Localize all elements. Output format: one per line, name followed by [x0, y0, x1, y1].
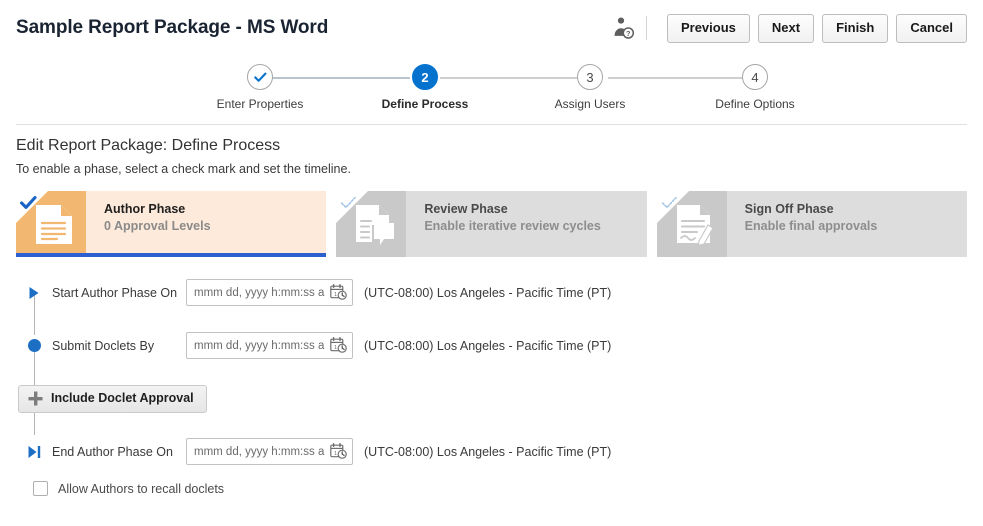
phase-card-list: Author Phase 0 Approval Levels Review Ph… — [0, 191, 983, 257]
end-phase-date-input[interactable] — [186, 438, 353, 465]
phase-review-body: Review Phase Enable iterative review cyc… — [406, 191, 647, 257]
phase-review-desc: Enable iterative review cycles — [424, 219, 601, 233]
allow-recall-label: Allow Authors to recall doclets — [58, 481, 225, 496]
submit-doclets-date-field[interactable]: 1 — [186, 332, 353, 359]
section-subtitle: To enable a phase, select a check mark a… — [16, 162, 351, 176]
play-triangle-icon — [16, 286, 52, 300]
phase-author-icon-pane — [16, 191, 86, 257]
header-actions: ? Previous Next Finish Cancel — [610, 13, 967, 43]
phase-card-signoff[interactable]: Sign Off Phase Enable final approvals — [656, 191, 967, 257]
timeline-row-start: Start Author Phase On 1 (UTC-08:00) Los … — [16, 279, 983, 306]
section-title: Edit Report Package: Define Process — [16, 137, 281, 154]
page-header: Sample Report Package - MS Word ? Previo… — [0, 0, 983, 56]
submit-doclets-label: Submit Doclets By — [52, 338, 155, 353]
timeline-row-submit: Submit Doclets By 1 (UTC-08:00) Los Ange… — [16, 332, 983, 359]
phase-card-author[interactable]: Author Phase 0 Approval Levels — [16, 191, 327, 257]
step-3-label: Assign Users — [554, 97, 626, 111]
phase-signoff-desc: Enable final approvals — [744, 219, 878, 233]
step-2-circle: 2 — [412, 64, 438, 90]
step-4-circle: 4 — [742, 64, 768, 90]
previous-button[interactable]: Previous — [666, 13, 750, 43]
allow-recall-checkbox[interactable] — [33, 481, 48, 496]
timeline-row-approval: Include Doclet Approval — [16, 384, 983, 413]
timeline-row-end: End Author Phase On 1 (UTC-08:00) Los An… — [16, 438, 983, 465]
phase-signoff-body: Sign Off Phase Enable final approvals — [726, 191, 967, 257]
checkmark-icon — [253, 72, 266, 82]
svg-text:?: ? — [626, 29, 631, 38]
checkmark-outline-icon[interactable] — [661, 196, 678, 210]
checkmark-icon[interactable] — [20, 196, 37, 210]
phase-author-name: Author Phase — [104, 202, 186, 216]
phase-author-desc: 0 Approval Levels — [104, 219, 211, 233]
cancel-button[interactable]: Cancel — [896, 13, 967, 43]
plus-icon — [28, 391, 43, 405]
end-phase-timezone: (UTC-08:00) Los Angeles - Pacific Time (… — [364, 444, 612, 459]
start-phase-date-input[interactable] — [186, 279, 353, 306]
step-define-process[interactable]: 2 Define Process — [350, 64, 500, 111]
checkmark-outline-icon[interactable] — [340, 196, 357, 210]
page-title: Sample Report Package - MS Word — [16, 17, 329, 38]
end-triangle-icon — [16, 445, 52, 459]
start-phase-label: Start Author Phase On — [52, 285, 178, 300]
step-define-options[interactable]: 4 Define Options — [680, 64, 830, 111]
step-1-circle — [247, 64, 273, 90]
section-header: Edit Report Package: Define Process To e… — [0, 125, 983, 176]
finish-button[interactable]: Finish — [822, 13, 889, 43]
user-help-icon[interactable]: ? — [610, 15, 636, 41]
phase-review-icon-pane — [336, 191, 407, 257]
phase-card-review[interactable]: Review Phase Enable iterative review cyc… — [336, 191, 647, 257]
step-enter-properties[interactable]: Enter Properties — [185, 64, 335, 111]
phase-signoff-name: Sign Off Phase — [744, 202, 834, 216]
end-phase-date-field[interactable]: 1 — [186, 438, 353, 465]
header-divider — [645, 16, 647, 40]
include-doclet-approval-button[interactable]: Include Doclet Approval — [18, 384, 207, 413]
submit-doclets-timezone: (UTC-08:00) Los Angeles - Pacific Time (… — [364, 338, 612, 353]
step-assign-users[interactable]: 3 Assign Users — [515, 64, 665, 111]
phase-author-body: Author Phase 0 Approval Levels — [86, 191, 327, 257]
filled-circle-icon — [16, 339, 52, 352]
step-4-label: Define Options — [715, 97, 795, 111]
submit-doclets-date-input[interactable] — [186, 332, 353, 359]
start-phase-timezone: (UTC-08:00) Los Angeles - Pacific Time (… — [364, 285, 612, 300]
step-3-circle: 3 — [577, 64, 603, 90]
recall-doclets-row: Allow Authors to recall doclets — [33, 481, 983, 496]
phase-signoff-icon-pane — [656, 191, 727, 257]
phase-timeline-form: Start Author Phase On 1 (UTC-08:00) Los … — [0, 257, 983, 496]
step-2-label: Define Process — [381, 97, 469, 111]
end-phase-label: End Author Phase On — [52, 444, 173, 459]
start-phase-date-field[interactable]: 1 — [186, 279, 353, 306]
wizard-stepper: Enter Properties 2 Define Process 3 Assi… — [0, 56, 983, 124]
include-doclet-approval-label: Include Doclet Approval — [51, 390, 194, 405]
next-button[interactable]: Next — [757, 13, 815, 43]
step-1-label: Enter Properties — [216, 97, 304, 111]
phase-review-name: Review Phase — [424, 202, 508, 216]
